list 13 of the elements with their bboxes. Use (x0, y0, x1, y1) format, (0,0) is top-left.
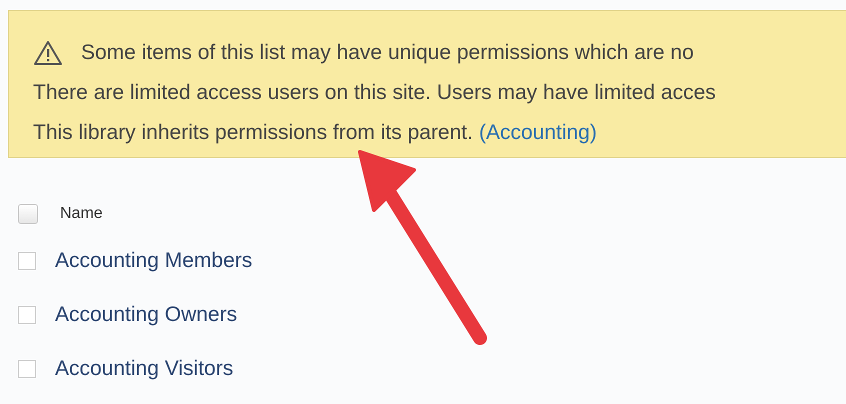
row-checkbox[interactable] (18, 252, 36, 270)
parent-link[interactable]: (Accounting) (478, 121, 597, 145)
group-link[interactable]: Accounting Visitors (55, 357, 234, 381)
column-header[interactable]: Name (60, 205, 103, 223)
notice-text: There are limited access users on this site. Users may have limited acces (33, 81, 716, 105)
row-checkbox[interactable] (18, 306, 36, 324)
select-all-checkbox[interactable] (18, 204, 38, 224)
row-checkbox[interactable] (18, 360, 36, 378)
group-link[interactable]: Accounting Owners (55, 303, 238, 327)
notice-text: This library inherits permissions from its parent. (33, 121, 473, 145)
group-link[interactable]: Accounting Members (55, 249, 252, 273)
notice-text: Some items of this list may have unique permissions which are no (81, 41, 694, 65)
warning-icon (33, 40, 63, 66)
